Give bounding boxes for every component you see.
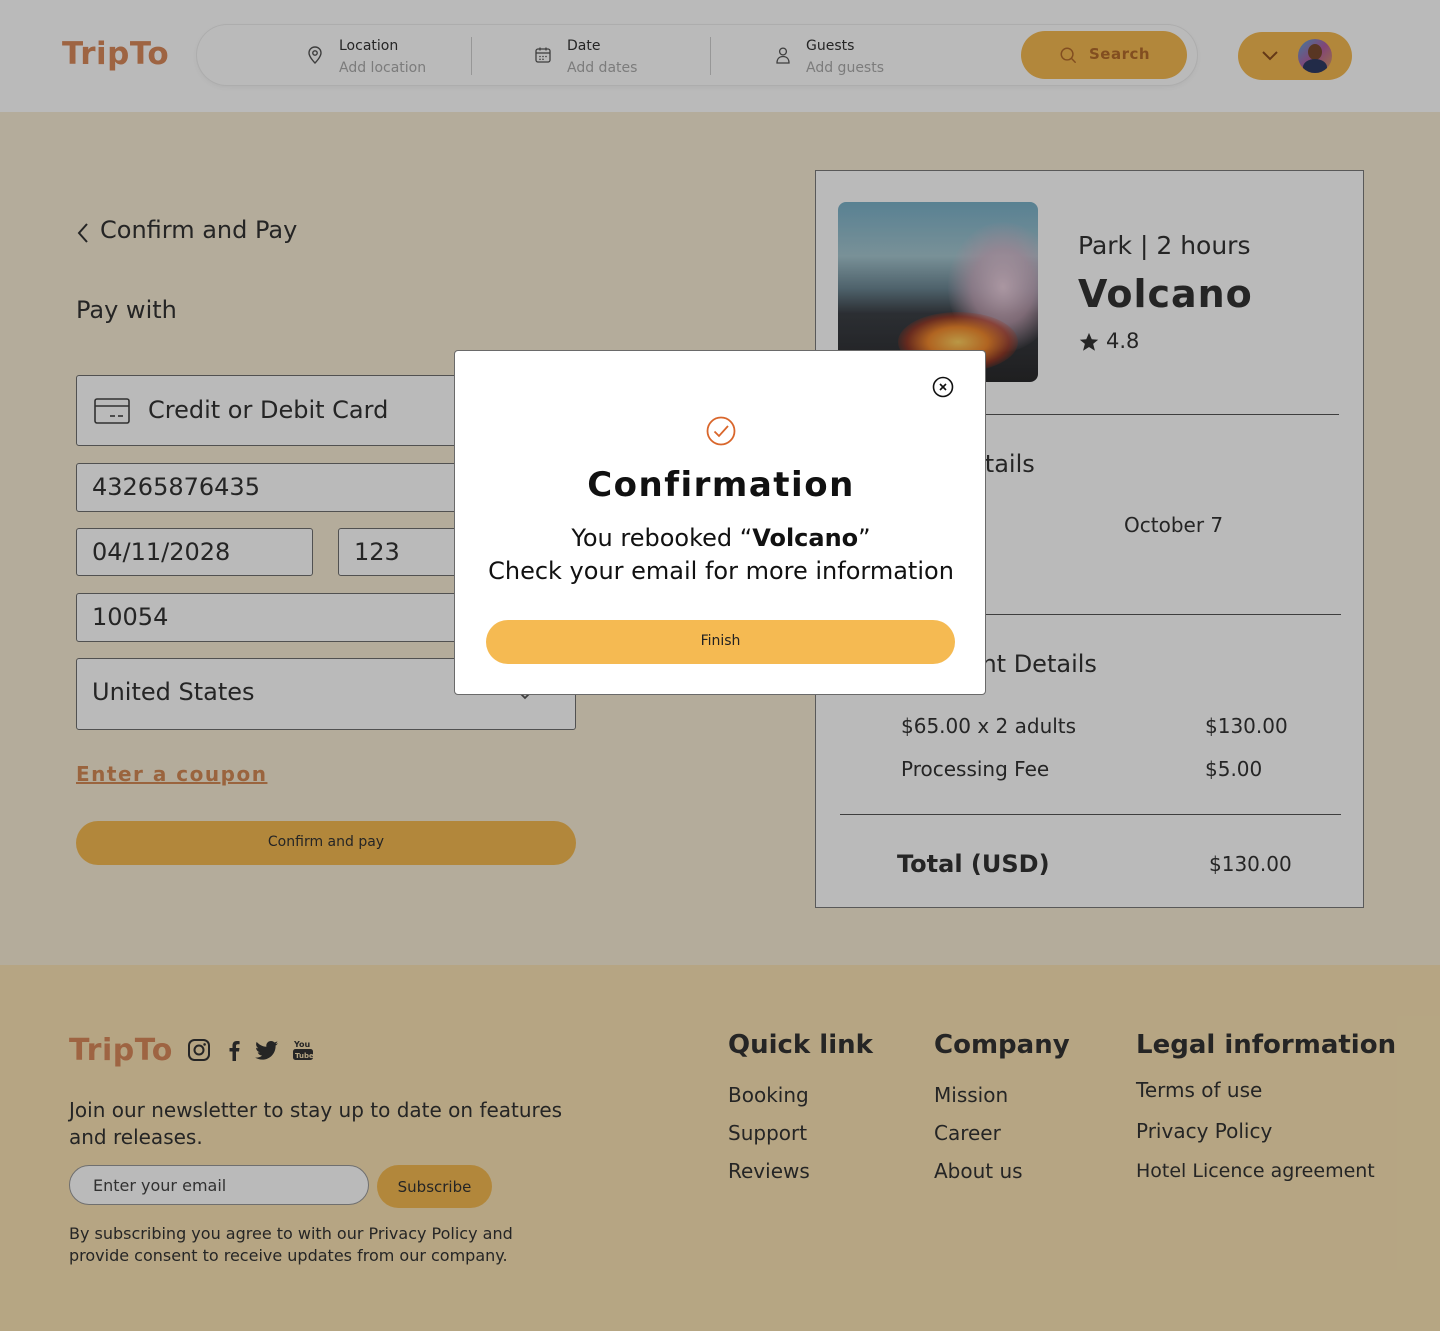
close-icon[interactable]: [931, 375, 955, 399]
modal-title: Confirmation: [587, 465, 855, 505]
finish-button[interactable]: Finish: [486, 620, 955, 664]
confirmation-modal: Confirmation You rebooked “Volcano” Chec…: [454, 350, 986, 695]
modal-email-line: Check your email for more information: [488, 557, 954, 585]
modal-rebook-prefix: You rebooked “: [571, 524, 753, 552]
finish-button-label: Finish: [700, 633, 741, 649]
check-circle-icon: [706, 416, 736, 446]
modal-rebook-suffix: ”: [858, 524, 871, 552]
modal-rebook-line: You rebooked “Volcano”: [455, 524, 987, 552]
modal-rebook-name: Volcano: [752, 524, 859, 552]
